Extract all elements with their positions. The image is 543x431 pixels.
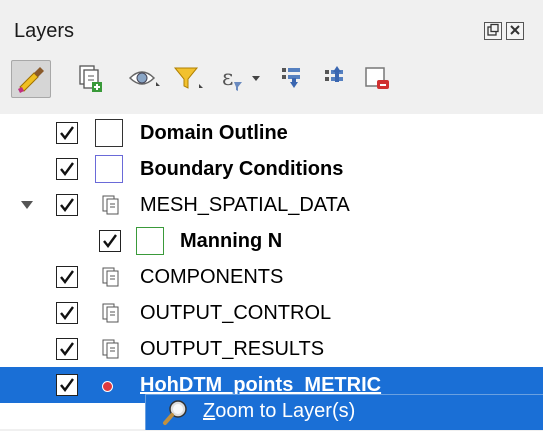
polygon-symbol-icon [136,227,164,255]
point-symbol-icon [102,381,113,392]
manage-visibility-icon[interactable] [126,60,164,96]
polygon-symbol-icon [95,155,123,183]
layer-label: Manning N [180,230,283,252]
close-panel-icon[interactable] [506,22,524,40]
layer-label: OUTPUT_CONTROL [140,302,332,324]
group-folder-icon [101,302,123,324]
visibility-checkbox[interactable] [56,122,78,144]
add-group-icon[interactable] [74,60,108,96]
layers-panel: Layers ε Domain Outline Boundary Conditi… [0,0,543,430]
float-panel-icon[interactable] [484,22,502,40]
context-menu: Zoom to Layer(s) [145,394,543,430]
svg-text:ε: ε [222,66,233,91]
layer-label: MESH_SPATIAL_DATA [140,194,350,216]
panel-titlebar: Layers [0,0,543,54]
expand-all-icon[interactable] [276,60,308,96]
visibility-checkbox[interactable] [56,302,78,324]
visibility-checkbox[interactable] [56,374,78,396]
layer-row-manning-n[interactable]: Manning N [0,223,543,259]
layer-row-domain-outline[interactable]: Domain Outline [0,115,543,151]
layer-label: OUTPUT_RESULTS [140,338,325,360]
group-folder-icon [101,338,123,360]
layer-label: Domain Outline [140,122,288,144]
panel-title: Layers [14,20,75,42]
layer-row-mesh-spatial-data[interactable]: MESH_SPATIAL_DATA [0,187,543,223]
visibility-checkbox[interactable] [56,158,78,180]
layer-label: Boundary Conditions [140,158,344,180]
group-folder-icon [101,266,123,288]
group-folder-icon [101,194,123,216]
layer-label: COMPONENTS [140,266,284,288]
visibility-checkbox[interactable] [56,194,78,216]
remove-layer-icon[interactable] [361,60,393,96]
expand-arrow-icon[interactable] [21,201,33,209]
layer-row-components[interactable]: COMPONENTS [0,259,543,295]
style-panel-icon[interactable] [11,60,51,98]
zoom-to-layers-menu-item[interactable]: Zoom to Layer(s) [203,400,355,423]
collapse-all-icon[interactable] [319,60,351,96]
filter-expression-icon[interactable]: ε [216,60,266,96]
polygon-symbol-icon [95,119,123,147]
visibility-checkbox[interactable] [56,338,78,360]
visibility-checkbox[interactable] [56,266,78,288]
filter-legend-icon[interactable] [171,60,207,96]
visibility-checkbox[interactable] [99,230,121,252]
layers-toolbar: ε [0,54,543,110]
layer-tree: Domain Outline Boundary Conditions MESH_… [0,114,543,429]
layer-row-output-results[interactable]: OUTPUT_RESULTS [0,331,543,367]
layer-row-boundary-conditions[interactable]: Boundary Conditions [0,151,543,187]
zoom-layer-icon [162,398,192,431]
layer-row-output-control[interactable]: OUTPUT_CONTROL [0,295,543,331]
